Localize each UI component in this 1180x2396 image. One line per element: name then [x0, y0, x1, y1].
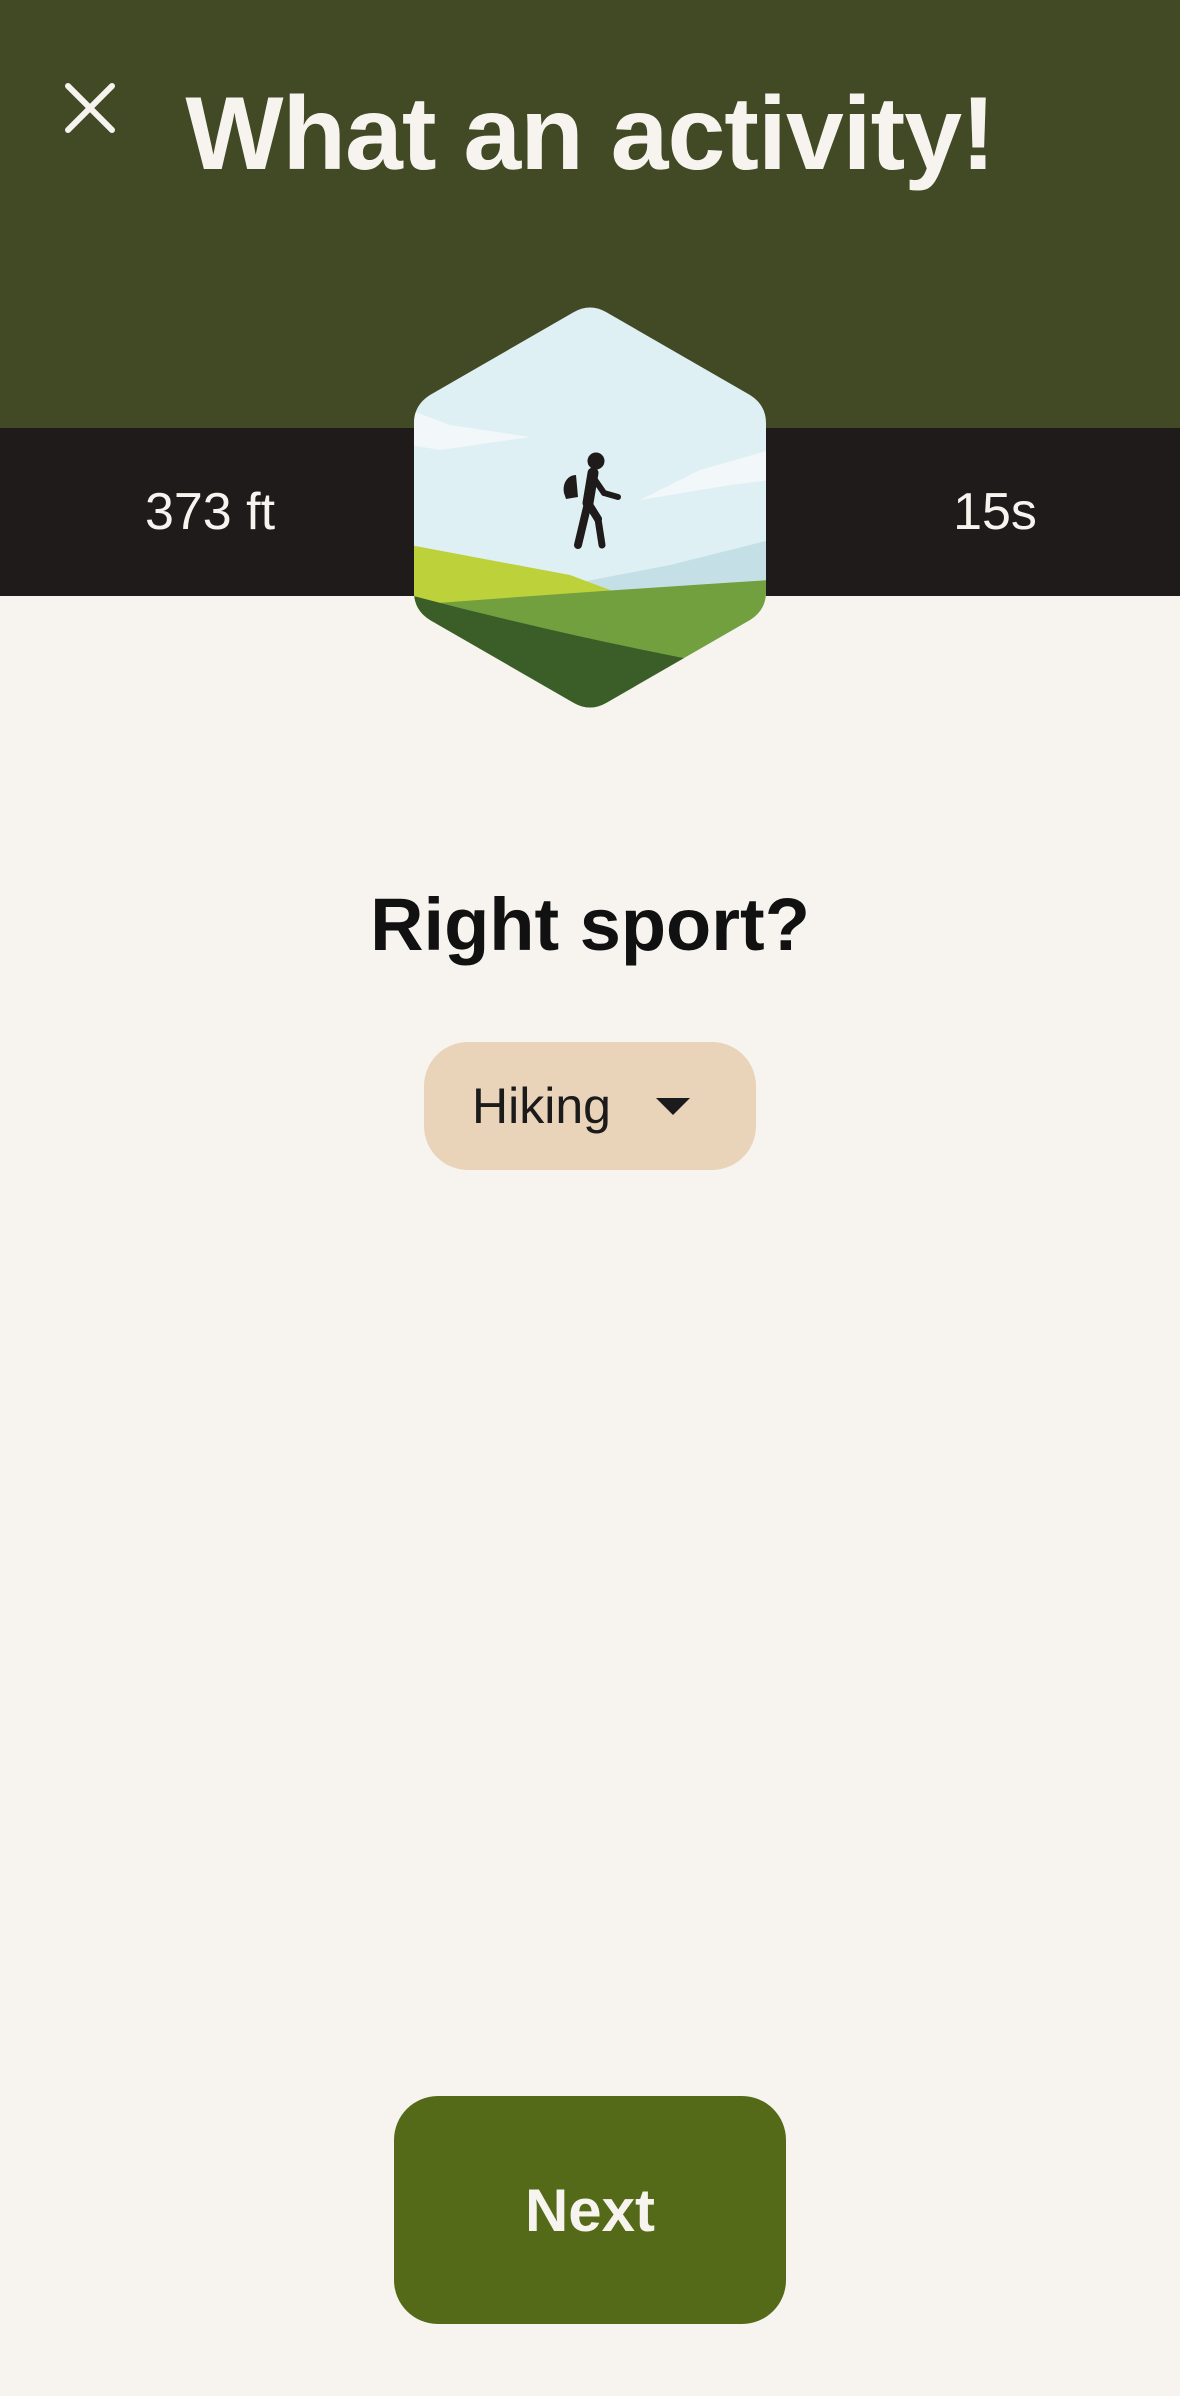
next-button[interactable]: Next	[394, 2096, 786, 2324]
distance-stat: 373 ft	[144, 483, 276, 541]
sport-question: Right sport?	[370, 883, 810, 966]
sport-selected-value: Hiking	[472, 1078, 611, 1134]
page-title: What an activity!	[185, 76, 995, 192]
duration-stat: 15s	[953, 483, 1037, 541]
sport-dropdown[interactable]: Hiking	[424, 1042, 756, 1170]
caret-down-icon	[656, 1098, 690, 1115]
activity-badge	[414, 307, 766, 708]
